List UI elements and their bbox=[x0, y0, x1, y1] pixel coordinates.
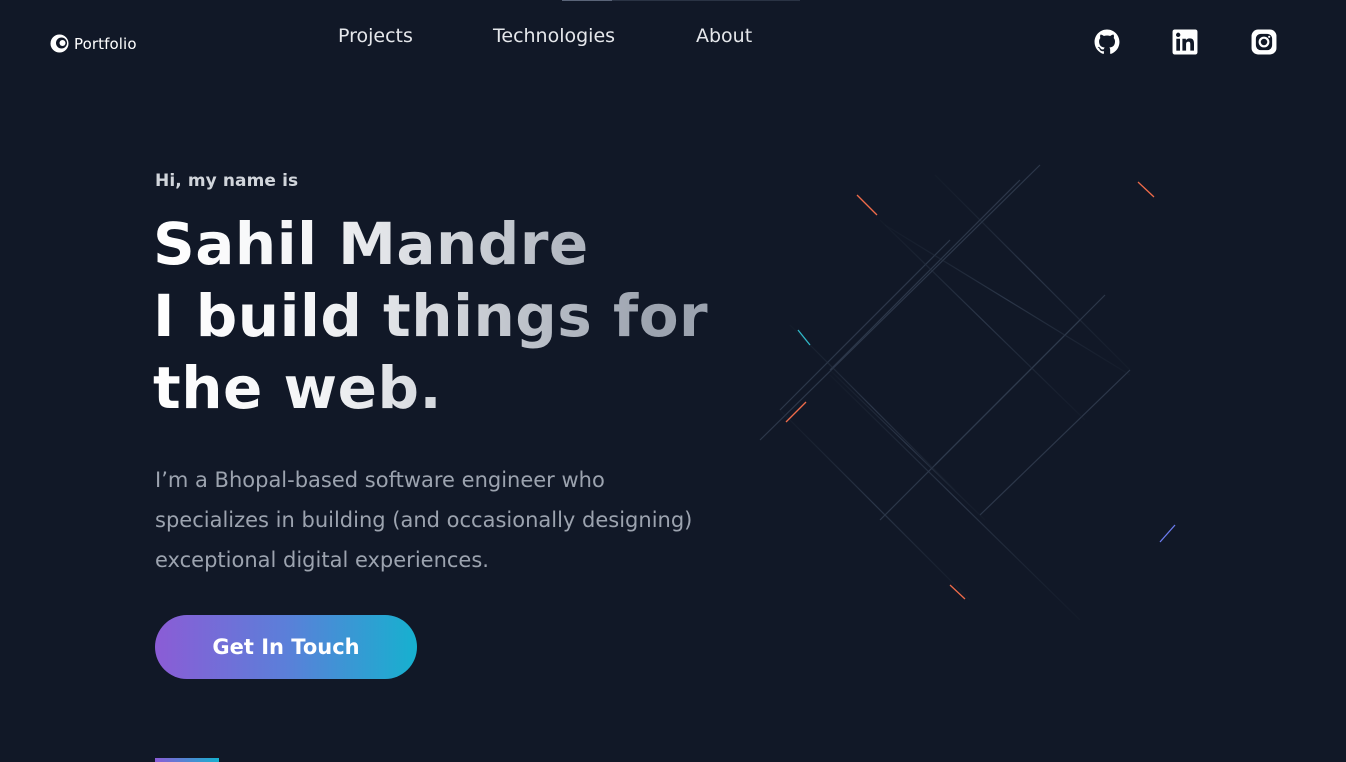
instagram-icon bbox=[1251, 29, 1277, 55]
main-nav: Projects Technologies About bbox=[338, 24, 776, 48]
hero-intro: Hi, my name is bbox=[155, 171, 299, 191]
github-link[interactable] bbox=[1094, 29, 1120, 55]
nav-technologies[interactable]: Technologies bbox=[493, 24, 696, 48]
nav-projects[interactable]: Projects bbox=[338, 24, 493, 48]
headline-name: Sahil Mandre bbox=[153, 210, 589, 278]
top-scroll-indicator bbox=[562, 0, 800, 1]
github-icon bbox=[1094, 29, 1120, 54]
instagram-link[interactable] bbox=[1251, 29, 1277, 55]
section-accent-bar bbox=[155, 758, 219, 762]
portfolio-logo-icon bbox=[49, 33, 70, 54]
portfolio-page: Portfolio Projects Technologies About Hi… bbox=[0, 0, 1346, 762]
decorative-grid-graphic bbox=[759, 164, 1176, 620]
linkedin-link[interactable] bbox=[1172, 29, 1198, 55]
brand-label: Portfolio bbox=[74, 34, 137, 53]
headline-line-2: I build things for bbox=[153, 282, 709, 350]
hero-bio: I’m a Bhopal-based software engineer who… bbox=[155, 468, 693, 572]
linkedin-icon bbox=[1172, 29, 1198, 55]
headline-line-3: the web. bbox=[153, 354, 443, 422]
social-links bbox=[1094, 29, 1277, 55]
nav-about[interactable]: About bbox=[696, 24, 776, 48]
brand-link[interactable]: Portfolio bbox=[49, 33, 137, 54]
hero-headline: Sahil Mandre I build things for the web. bbox=[153, 208, 708, 424]
get-in-touch-button[interactable]: Get In Touch bbox=[155, 615, 417, 679]
